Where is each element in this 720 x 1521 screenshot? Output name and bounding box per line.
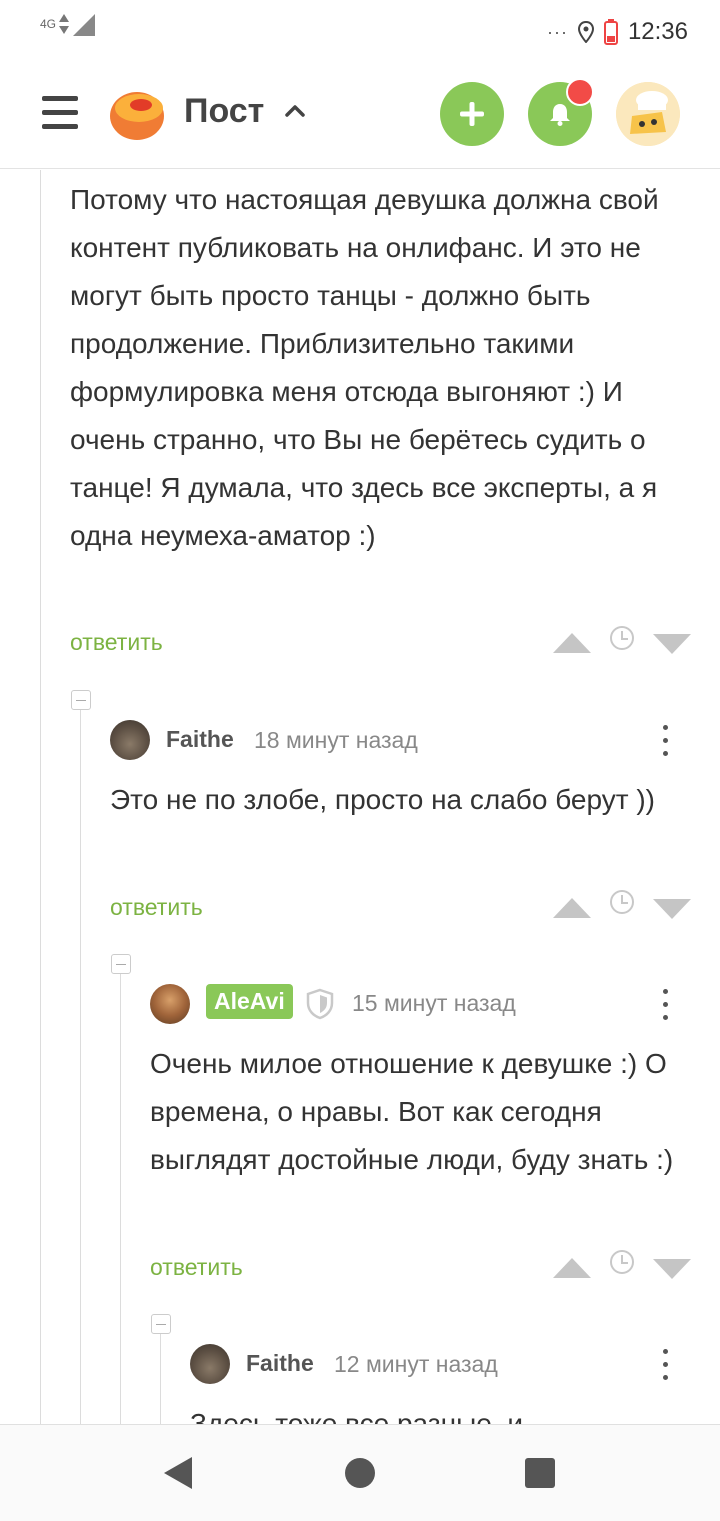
kebab-menu-icon[interactable] [663, 989, 669, 1023]
vote-up-icon[interactable] [553, 898, 591, 918]
app-header: Пост [0, 64, 720, 169]
notification-badge [566, 78, 594, 106]
collapse-toggle[interactable] [71, 690, 91, 710]
chevron-up-icon[interactable] [284, 100, 306, 122]
collapse-toggle[interactable] [111, 954, 131, 974]
comment-time[interactable]: 12 минут назад [334, 1351, 498, 1378]
user-avatar[interactable] [616, 82, 680, 146]
vote-up-icon[interactable] [553, 633, 591, 653]
menu-icon[interactable] [42, 96, 78, 130]
nav-recent-icon[interactable] [525, 1458, 555, 1488]
thread-line [80, 710, 81, 1424]
user-avatar-image [616, 82, 680, 146]
page-title[interactable]: Пост [184, 92, 264, 131]
network-label: 4G [40, 17, 57, 32]
comment-time[interactable]: 15 минут назад [352, 990, 516, 1017]
bell-icon [550, 104, 570, 126]
thread-line [120, 974, 121, 1424]
shield-icon [306, 988, 334, 1020]
reply-link[interactable]: ответить [110, 894, 203, 921]
status-bar: 4G ··· 12:36 [0, 0, 720, 64]
comment-text: Очень милое отношение к девушке :) О вре… [150, 1048, 674, 1175]
avatar[interactable] [110, 720, 150, 760]
reply-link[interactable]: ответить [70, 629, 163, 656]
vote-down-icon[interactable] [653, 899, 691, 919]
clock-icon[interactable] [610, 1250, 634, 1274]
avatar[interactable] [190, 1344, 230, 1384]
kebab-menu-icon[interactable] [663, 725, 669, 759]
plus-icon [460, 102, 484, 126]
nav-back-icon[interactable] [164, 1457, 192, 1489]
nav-home-icon[interactable] [345, 1458, 375, 1488]
vote-down-icon[interactable] [653, 1259, 691, 1279]
thread-line [160, 1334, 161, 1424]
comment-text: Потому что настоящая девушка должна свой… [70, 184, 659, 551]
network-indicator: 4G [40, 14, 97, 36]
vote-down-icon[interactable] [653, 634, 691, 654]
system-nav-bar [0, 1424, 720, 1521]
location-icon [577, 21, 594, 43]
add-post-button[interactable] [440, 82, 504, 146]
clock-time: 12:36 [627, 18, 688, 45]
collapse-toggle[interactable] [151, 1314, 171, 1334]
signal-icon [59, 14, 96, 36]
pikabu-logo-icon[interactable] [108, 86, 166, 142]
clock-icon[interactable] [610, 890, 634, 914]
more-status-icon: ··· [546, 21, 568, 42]
battery-icon [603, 19, 618, 45]
comment-text: Это не по злобе, просто на слабо берут )… [110, 784, 656, 815]
comment-author[interactable]: AleAvi [206, 984, 293, 1019]
clock-icon[interactable] [610, 626, 634, 650]
kebab-menu-icon[interactable] [663, 1349, 669, 1383]
reply-link[interactable]: ответить [150, 1254, 243, 1281]
comment-author[interactable]: Faithe [166, 726, 234, 753]
vote-up-icon[interactable] [553, 1258, 591, 1278]
comment-time[interactable]: 18 минут назад [254, 727, 418, 754]
avatar[interactable] [150, 984, 190, 1024]
comment-author[interactable]: Faithe [246, 1350, 314, 1377]
thread-line [40, 170, 41, 1424]
